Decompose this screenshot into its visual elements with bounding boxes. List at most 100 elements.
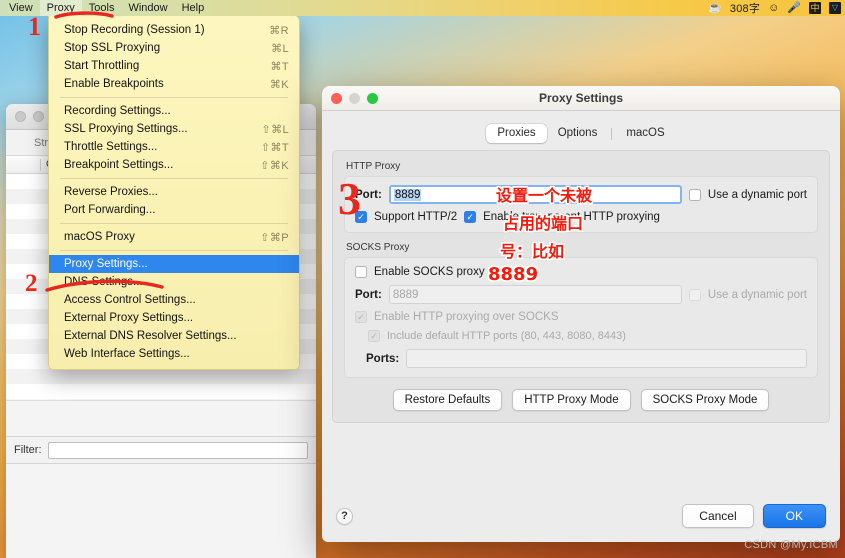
menu-item-proxy-settings[interactable]: Proxy Settings... (49, 255, 299, 273)
menu-item-external-proxy-settings[interactable]: External Proxy Settings... (49, 309, 299, 327)
tab-proxies[interactable]: Proxies (486, 124, 547, 143)
smiley-face-icon[interactable]: ☺ (768, 0, 779, 16)
menu-item-label: Access Control Settings... (64, 294, 196, 306)
word-count-status[interactable]: 308字 (730, 0, 760, 16)
socks-http-over-socks-row: ✓ Enable HTTP proxying over SOCKS (355, 311, 807, 323)
menu-item-shortcut: ⌘R (269, 24, 289, 37)
tab-options[interactable]: Options (547, 124, 609, 143)
menu-item-label: Web Interface Settings... (64, 348, 190, 360)
http-over-socks-checkbox[interactable]: ✓ (355, 311, 367, 323)
minimize-icon[interactable] (33, 111, 44, 122)
http-dynamic-port-label: Use a dynamic port (707, 188, 807, 201)
menu-item-dns-settings[interactable]: DNS Settings... (49, 273, 299, 291)
menu-item-reverse-proxies[interactable]: Reverse Proxies... (49, 183, 299, 201)
annotation-note-line-1: 设置一个未被 (496, 186, 593, 205)
socks-default-ports-row: ✓ Include default HTTP ports (80, 443, 8… (355, 330, 807, 342)
menu-proxy[interactable]: Proxy (39, 0, 82, 16)
menu-bar-items[interactable]: View Proxy Tools Window Help (0, 0, 211, 16)
column-divider (40, 158, 41, 171)
socks-port-row: Port: 8889 Use a dynamic port (355, 285, 807, 304)
http-over-socks-label: Enable HTTP proxying over SOCKS (374, 311, 559, 323)
http-dynamic-port-checkbox[interactable] (688, 188, 701, 201)
menu-item-enable-breakpoints[interactable]: Enable Breakpoints ⌘K (49, 75, 299, 93)
socks-proxy-group: Enable SOCKS proxy Port: 8889 Use a dyna… (344, 257, 818, 378)
menu-item-access-control-settings[interactable]: Access Control Settings... (49, 291, 299, 309)
watermark: CSDN @My.ICBM (744, 539, 838, 551)
menu-item-stop-ssl-proxying[interactable]: Stop SSL Proxying ⌘L (49, 39, 299, 57)
support-http2-checkbox[interactable]: ✓ (355, 211, 367, 223)
http-port-label: Port: (355, 188, 382, 201)
cancel-button[interactable]: Cancel (682, 504, 754, 528)
menu-item-stop-recording[interactable]: Stop Recording (Session 1) ⌘R (49, 21, 299, 39)
menu-item-label: DNS Settings... (64, 276, 143, 288)
menu-item-shortcut: ⌘L (271, 42, 289, 55)
socks-ports-input[interactable] (406, 349, 807, 368)
menu-help[interactable]: Help (175, 0, 212, 16)
dialog-titlebar[interactable]: Proxy Settings (322, 86, 840, 111)
tab-macos[interactable]: macOS (615, 124, 675, 143)
menu-item-label: SSL Proxying Settings... (64, 123, 188, 135)
background-window-spacer (6, 400, 316, 436)
socks-port-input[interactable]: 8889 (388, 285, 682, 304)
menu-bar[interactable]: View Proxy Tools Window Help ☕ 308字 ☺ 🎤 … (0, 0, 845, 16)
close-icon[interactable] (15, 111, 26, 122)
include-default-ports-checkbox[interactable]: ✓ (368, 330, 380, 342)
dialog-title: Proxy Settings (538, 91, 624, 105)
menu-item-label: Breakpoint Settings... (64, 159, 174, 171)
menu-item-ssl-proxying-settings[interactable]: SSL Proxying Settings... ⇧⌘L (49, 120, 299, 138)
proxy-settings-dialog[interactable]: Proxy Settings Proxies Options macOS HTT… (322, 86, 840, 542)
menu-item-recording-settings[interactable]: Recording Settings... (49, 102, 299, 120)
list-item[interactable] (6, 369, 316, 384)
filter-bar[interactable]: Filter: (6, 436, 316, 464)
menu-item-shortcut: ⇧⌘T (260, 141, 289, 154)
enable-socks-proxy-label: Enable SOCKS proxy (374, 266, 485, 278)
microphone-icon[interactable]: 🎤 (787, 0, 801, 16)
menu-item-breakpoint-settings[interactable]: Breakpoint Settings... ⇧⌘K (49, 156, 299, 174)
ok-button[interactable]: OK (762, 504, 826, 528)
menu-item-macos-proxy[interactable]: macOS Proxy ⇧⌘P (49, 228, 299, 246)
menu-item-label: Start Throttling (64, 60, 140, 72)
socks-ports-label: Ports: (366, 352, 400, 365)
menu-separator (60, 223, 288, 224)
http-proxy-group-label: HTTP Proxy (346, 161, 401, 172)
http-proxy-mode-button[interactable]: HTTP Proxy Mode (512, 389, 631, 411)
help-button[interactable]: ? (336, 507, 353, 525)
menu-item-start-throttling[interactable]: Start Throttling ⌘T (49, 57, 299, 75)
list-item[interactable] (6, 384, 316, 399)
filter-input[interactable] (47, 441, 308, 459)
coffee-cup-icon[interactable]: ☕ (708, 0, 722, 16)
menu-tools[interactable]: Tools (82, 0, 122, 16)
menu-item-label: Throttle Settings... (64, 141, 158, 153)
enable-socks-proxy-checkbox[interactable] (355, 266, 367, 278)
menu-item-external-dns-resolver-settings[interactable]: External DNS Resolver Settings... (49, 327, 299, 345)
socks-proxy-group-label: SOCKS Proxy (346, 242, 410, 253)
socks-port-value: 8889 (392, 288, 419, 301)
menu-item-shortcut: ⇧⌘K (260, 159, 289, 172)
socks-enable-row: Enable SOCKS proxy (355, 266, 807, 278)
menu-item-label: Stop Recording (Session 1) (64, 24, 205, 36)
ime-chinese-icon[interactable]: 中 (809, 2, 821, 14)
socks-proxy-mode-button[interactable]: SOCKS Proxy Mode (640, 389, 770, 411)
annotation-note-line-3: 号：比如 (500, 242, 565, 261)
menu-item-throttle-settings[interactable]: Throttle Settings... ⇧⌘T (49, 138, 299, 156)
dialog-body: Proxies Options macOS HTTP Proxy Port: 8… (322, 111, 840, 423)
menu-item-label: Recording Settings... (64, 105, 171, 117)
menu-item-shortcut: ⇧⌘P (260, 231, 289, 244)
tab-divider (611, 127, 613, 140)
menu-bar-status-items[interactable]: ☕ 308字 ☺ 🎤 中 ▽ (708, 0, 845, 16)
dialog-tabs[interactable]: Proxies Options macOS (332, 124, 830, 143)
proxy-mode-button-row: Restore Defaults HTTP Proxy Mode SOCKS P… (344, 389, 818, 411)
proxy-dropdown-menu[interactable]: Stop Recording (Session 1) ⌘R Stop SSL P… (48, 16, 300, 370)
transparent-proxying-checkbox[interactable]: ✓ (464, 211, 477, 223)
chevron-down-icon[interactable]: ▽ (829, 2, 841, 14)
dialog-footer: ? Cancel OK (322, 490, 840, 542)
menu-item-label: External Proxy Settings... (64, 312, 194, 324)
menu-window[interactable]: Window (121, 0, 174, 16)
menu-view[interactable]: View (2, 0, 40, 16)
socks-dynamic-port-label: Use a dynamic port (707, 288, 807, 301)
socks-dynamic-port-checkbox[interactable] (688, 288, 701, 301)
menu-separator (60, 97, 288, 98)
restore-defaults-button[interactable]: Restore Defaults (392, 389, 503, 411)
menu-item-port-forwarding[interactable]: Port Forwarding... (49, 201, 299, 219)
menu-item-web-interface-settings[interactable]: Web Interface Settings... (49, 345, 299, 363)
